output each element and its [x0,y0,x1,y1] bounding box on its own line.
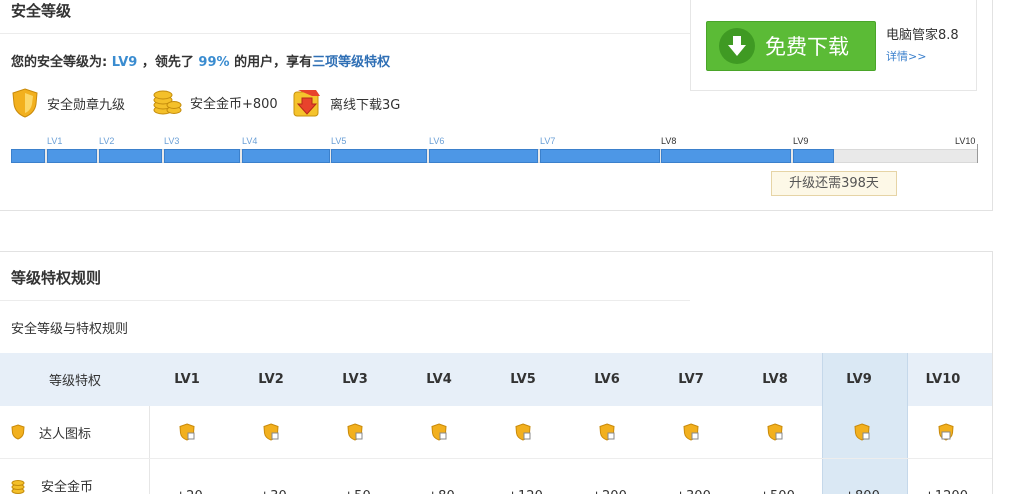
row-label: 达人图标 [0,406,150,458]
column-header: LV7 [678,372,704,387]
row-label-text: 安全金币 [41,480,94,494]
divider [0,300,690,301]
badge-level-icon [318,406,392,458]
level-tick-label: LV5 [331,136,347,146]
progress-segment [793,149,834,163]
coin-value: +80 [402,459,480,494]
summary-prefix: 您的安全等级为: [11,55,108,70]
rules-title: 等级特权规则 [11,269,102,287]
summary-mid2: 的用户，享有 [234,55,313,70]
column-header: LV10 [925,372,961,387]
details-link[interactable]: 详情>> [886,48,926,64]
header-columns: LV1 LV2 LV3 LV4 LV5 LV6 LV7 LV8 LV9 LV10 [0,353,992,406]
column-header: LV5 [510,372,536,387]
percent-value: 99% [198,55,230,70]
badge-level-icon [906,406,986,458]
perk-label: 离线下载3G [330,97,401,113]
perks-link[interactable]: 三项等级特权 [312,55,390,70]
level-tick-label: LV10 [955,136,976,146]
summary-mid: ，领先了 [141,55,194,70]
progress-segment [99,149,162,163]
coin-value: +300 [654,459,732,494]
coin-value: +200 [570,459,648,494]
row-label-text: 达人图标 [39,426,92,442]
level-tick-label: LV6 [429,136,445,146]
upgrade-tooltip: 升级还需398天 [771,171,897,196]
column-header: LV4 [426,372,452,387]
coin-value: +120 [486,459,564,494]
perk-badge: 安全勋章九级 [11,88,125,118]
coin-value: +50 [318,459,396,494]
level-rules-card: 等级特权规则 安全等级与特权规则 等级特权 LV1 LV2 LV3 LV4 LV… [0,251,993,494]
progress-segment [164,149,240,163]
coin-value: +20 [150,459,228,494]
current-level: LV9 [111,55,138,70]
gold-coins-icon [11,479,25,494]
column-header: LV9 [846,372,872,387]
security-summary: 您的安全等级为: LV9 ，领先了 99% 的用户，享有三项等级特权 [11,51,390,70]
badge-level-icon [570,406,644,458]
divider [0,33,690,34]
download-arrow-icon [719,28,755,64]
section-title: 安全等级 [11,2,72,20]
level-tick-label: LV8 [661,136,677,146]
perk-download: 离线下载3G [292,88,400,118]
progress-segment [540,149,660,163]
progress-segment [661,149,791,163]
level-tick-label: LV1 [47,136,63,146]
rules-subtitle: 安全等级与特权规则 [11,322,129,337]
coin-value: +800 [822,459,902,494]
progress-segment [242,149,330,163]
perk-label: 安全金币+800 [190,96,278,112]
security-level-card: 安全等级 您的安全等级为: LV9 ，领先了 99% 的用户，享有三项等级特权 … [0,0,993,211]
level-progress-bar: LV1 LV2 LV3 LV4 LV5 LV6 LV7 LV8 LV9 LV10 [11,136,978,166]
coin-value: +1200 [906,459,986,494]
badge-level-icon [402,406,476,458]
level-tick-label: LV9 [793,136,809,146]
perk-label: 安全勋章九级 [47,97,126,113]
coin-value: +500 [738,459,816,494]
gold-coins-icon [153,90,182,115]
download-box: 免费下载 电脑管家8.8 详情>> [690,0,977,91]
shield-badge-icon [12,88,38,118]
badge-level-icon [486,406,560,458]
table-row: 达人图标 [0,406,992,459]
shield-badge-icon [11,424,25,440]
badge-level-icon [822,406,902,458]
progress-segment [47,149,97,163]
progress-segment [331,149,427,163]
free-download-button[interactable]: 免费下载 [706,21,876,71]
offline-download-icon [293,90,320,117]
perk-coins: 安全金币+800 [152,88,278,116]
end-tick [977,144,978,163]
column-header: LV6 [594,372,620,387]
level-tick-label: LV7 [540,136,556,146]
badge-level-icon [738,406,812,458]
badge-level-icon [654,406,728,458]
product-name: 电脑管家8.8 [886,28,959,43]
column-header: LV8 [762,372,788,387]
coin-value: +30 [234,459,312,494]
level-tick-label: LV4 [242,136,258,146]
column-header: LV2 [258,372,284,387]
badge-level-icon [150,406,224,458]
column-header: LV1 [174,372,200,387]
download-button-label: 免费下载 [765,35,849,59]
table-row: 安全金币 +20 +30 +50 +80 +120 +200 +300 +500… [0,459,992,494]
level-tick-label: LV3 [164,136,180,146]
row-label: 安全金币 [0,459,150,494]
column-header: LV3 [342,372,368,387]
badge-level-icon [234,406,308,458]
level-tick-label: LV2 [99,136,115,146]
progress-segment [429,149,538,163]
progress-segment [11,149,45,163]
